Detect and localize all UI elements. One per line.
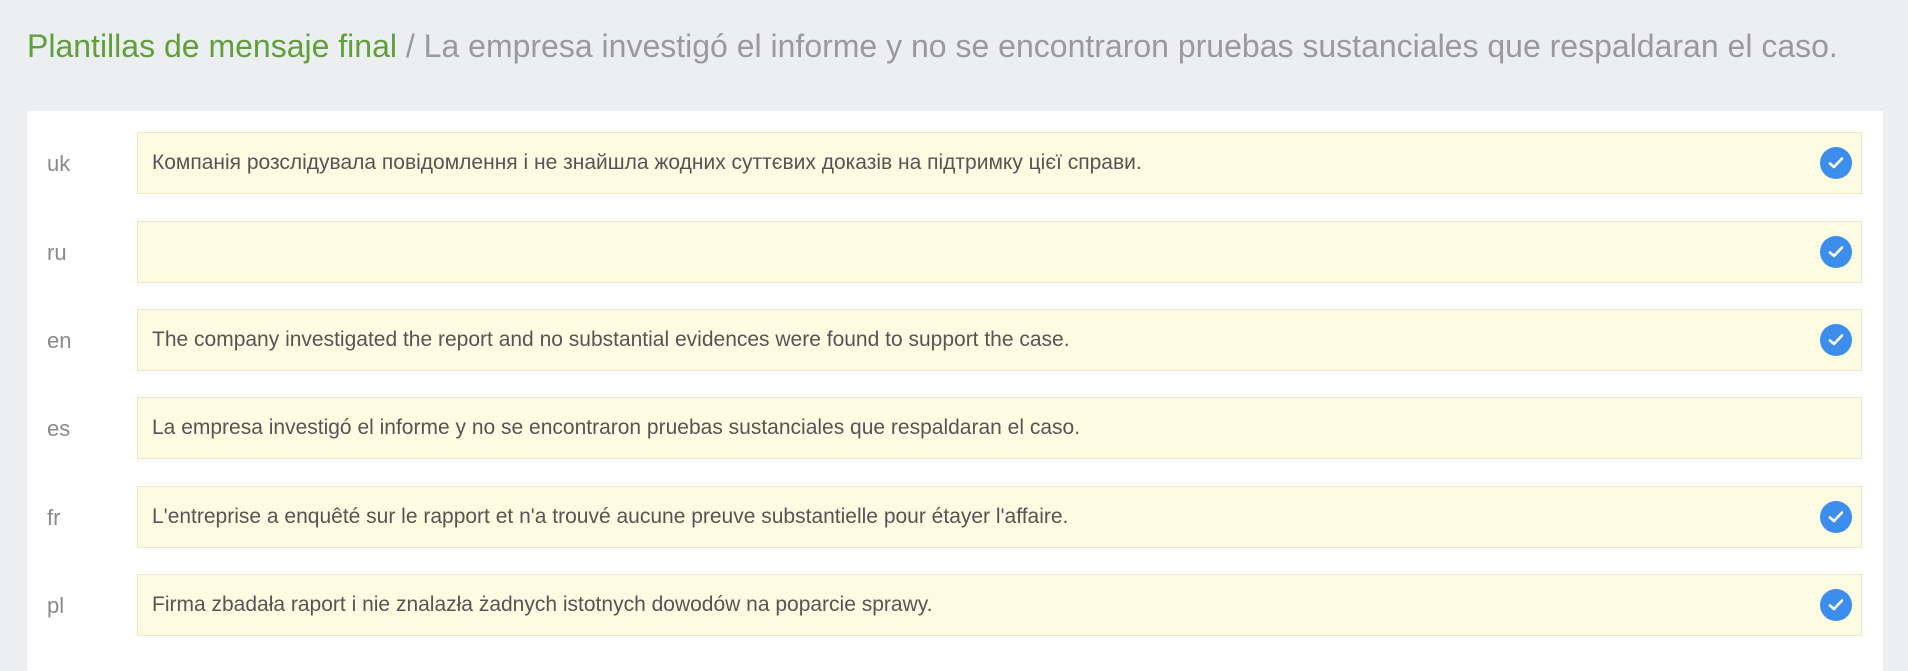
translation-field-ru[interactable] xyxy=(137,221,1862,283)
language-code: fr xyxy=(47,505,61,530)
checkmark-circle-icon[interactable] xyxy=(1820,236,1852,268)
translation-row-es: es La empresa investigó el informe y no … xyxy=(27,397,1883,461)
translation-text: Компанія розслідувала повідомлення і не … xyxy=(152,151,1142,174)
translation-row-en: en The company investigated the report a… xyxy=(27,309,1883,373)
checkmark-circle-icon[interactable] xyxy=(1820,501,1852,533)
language-code: en xyxy=(47,328,72,353)
translations-panel: uk Компанія розслідувала повідомлення і … xyxy=(27,111,1883,671)
breadcrumb: Plantillas de mensaje final / La empresa… xyxy=(27,24,1838,68)
language-code: ru xyxy=(47,240,67,265)
translation-text: Firma zbadała raport i nie znalazła żadn… xyxy=(152,593,933,616)
language-code: pl xyxy=(47,593,65,618)
language-code: es xyxy=(47,416,71,441)
checkmark-circle-icon[interactable] xyxy=(1820,147,1852,179)
translation-row-fr: fr L'entreprise a enquêté sur le rapport… xyxy=(27,486,1883,550)
checkmark-circle-icon[interactable] xyxy=(1820,589,1852,621)
translation-row-uk: uk Компанія розслідувала повідомлення і … xyxy=(27,132,1883,196)
translation-text: The company investigated the report and … xyxy=(152,328,1070,351)
translation-row-pl: pl Firma zbadała raport i nie znalazła ż… xyxy=(27,574,1883,638)
translation-field-pl[interactable]: Firma zbadała raport i nie znalazła żadn… xyxy=(137,574,1862,636)
translation-field-en[interactable]: The company investigated the report and … xyxy=(137,309,1862,371)
translation-text: La empresa investigó el informe y no se … xyxy=(152,416,1081,439)
translation-field-es[interactable]: La empresa investigó el informe y no se … xyxy=(137,397,1862,459)
translation-text: L'entreprise a enquêté sur le rapport et… xyxy=(152,505,1069,528)
checkmark-circle-icon[interactable] xyxy=(1820,324,1852,356)
language-code: uk xyxy=(47,151,71,176)
breadcrumb-separator: / xyxy=(396,28,424,64)
translation-field-uk[interactable]: Компанія розслідувала повідомлення і не … xyxy=(137,132,1862,194)
translation-row-ru: ru xyxy=(27,221,1883,285)
breadcrumb-link-templates[interactable]: Plantillas de mensaje final xyxy=(27,28,397,64)
translation-field-fr[interactable]: L'entreprise a enquêté sur le rapport et… xyxy=(137,486,1862,548)
page-title: La empresa investigó el informe y no se … xyxy=(423,28,1838,64)
